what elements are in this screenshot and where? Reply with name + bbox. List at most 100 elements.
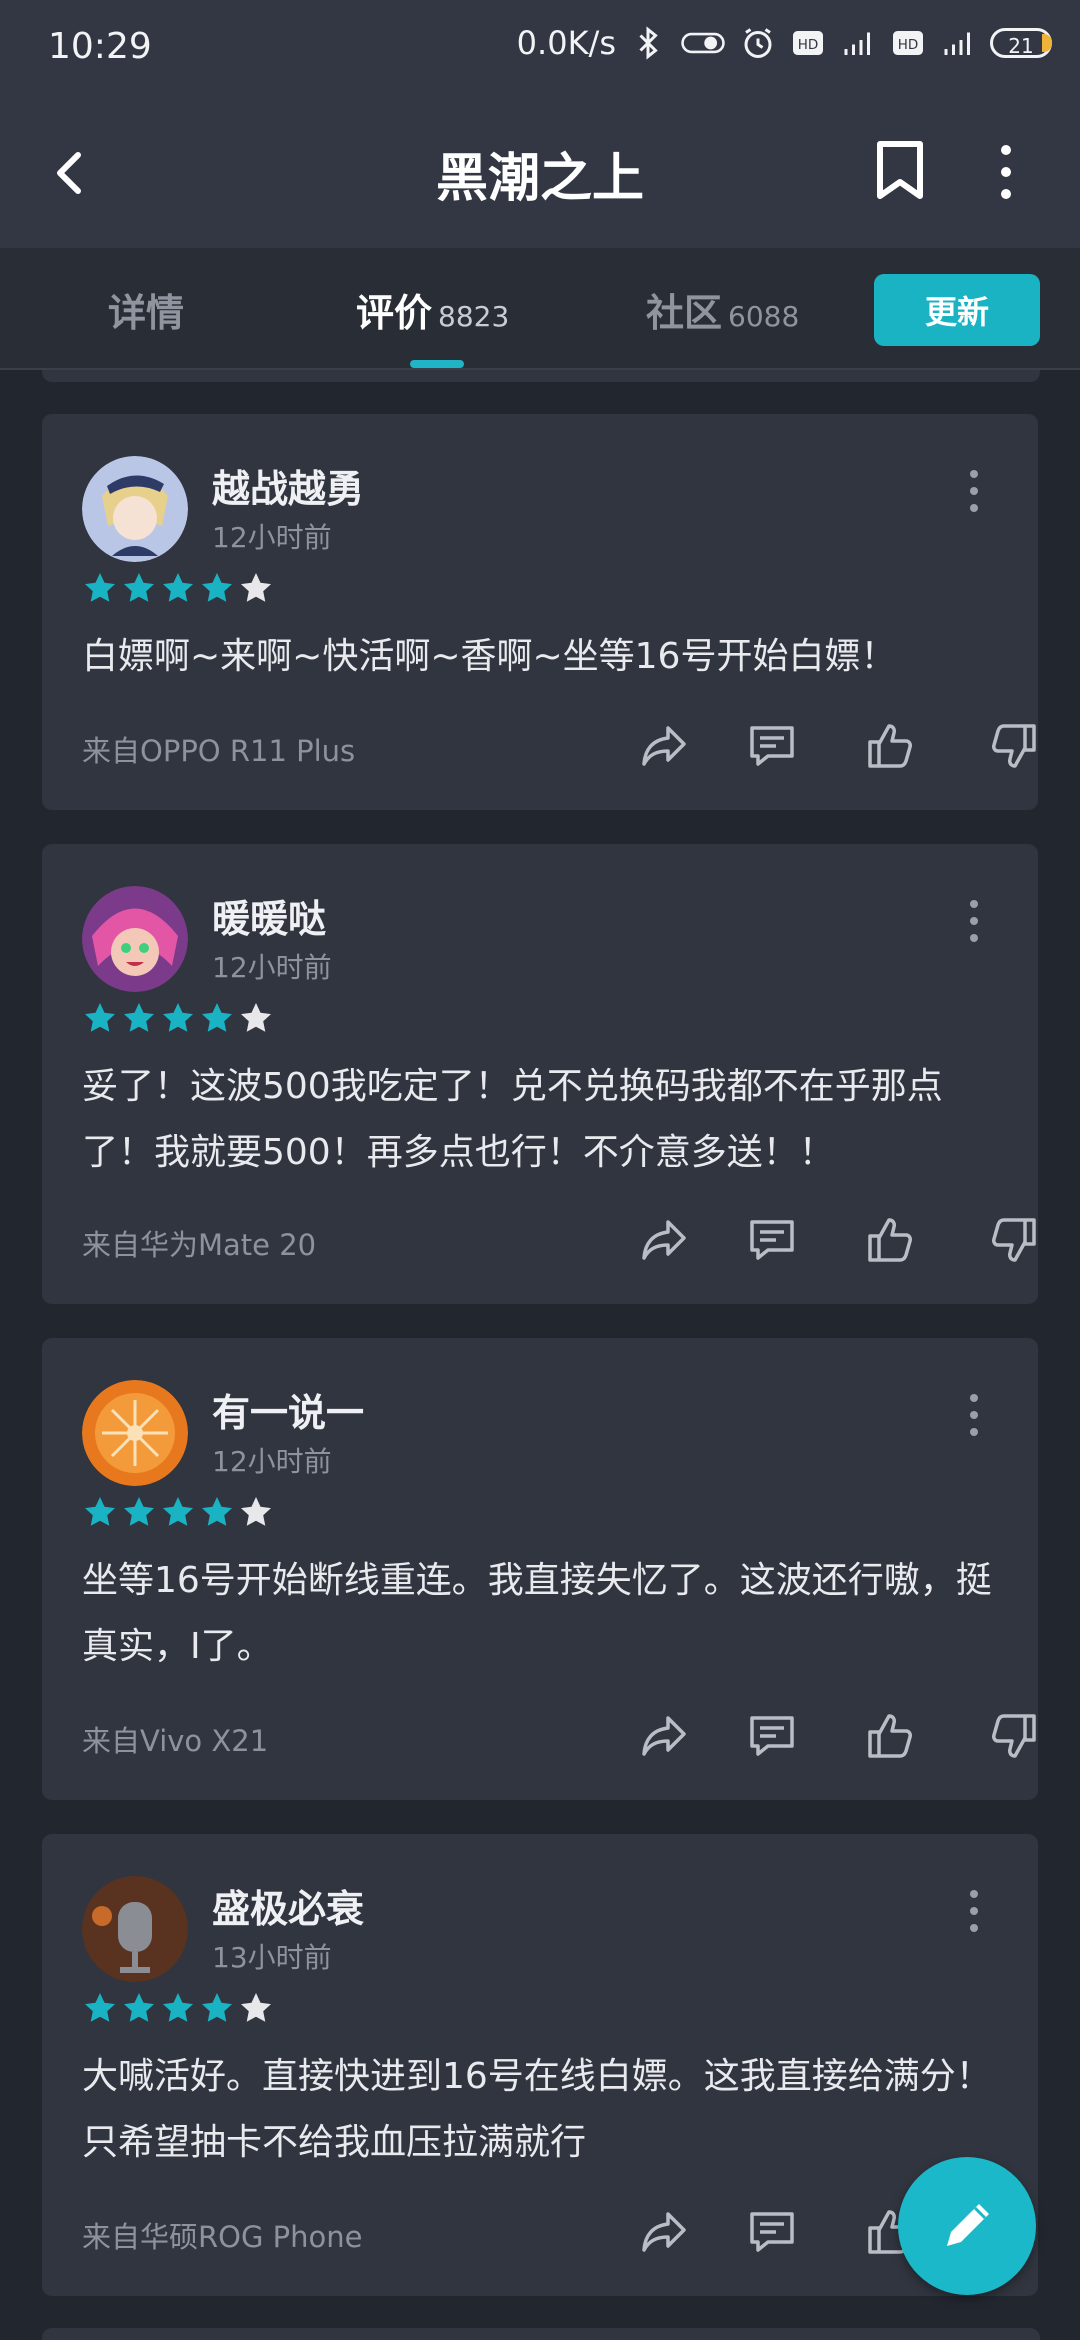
app-bar: 黑潮之上 xyxy=(0,96,1080,248)
tab-reviews-count: 8823 xyxy=(438,300,510,333)
comment-icon[interactable] xyxy=(746,1214,798,1266)
review-list[interactable]: 越战越勇 12小时前 白嫖啊~来啊~快活啊~香啊~坐等16号开始白嫖！ 来自OP… xyxy=(0,370,1080,2340)
star-empty-icon xyxy=(241,1497,271,1526)
review-text[interactable]: 妥了！这波500我吃定了！兑不兑换码我都不在乎那点了！我就要500！再多点也行！… xyxy=(82,1054,998,1186)
tab-details-label: 详情 xyxy=(108,291,185,335)
star-filled-icon xyxy=(124,573,154,602)
bookmark-icon[interactable] xyxy=(870,138,930,202)
star-filled-icon xyxy=(124,1003,154,1032)
star-filled-icon xyxy=(163,1497,193,1526)
share-icon[interactable] xyxy=(638,1710,690,1762)
avatar[interactable] xyxy=(82,1380,188,1486)
star-filled-icon xyxy=(85,1003,115,1032)
tab-indicator xyxy=(410,360,464,368)
review-text[interactable]: 大喊活好。直接快进到16号在线白嫖。这我直接给满分！只希望抽卡不给我血压拉满就行 xyxy=(82,2044,998,2176)
svg-text:HD: HD xyxy=(898,37,919,53)
share-icon[interactable] xyxy=(638,2206,690,2258)
hd-icon-2: HD xyxy=(893,31,923,55)
star-empty-icon xyxy=(241,1993,271,2022)
review-footer: 来自Vivo X21 xyxy=(82,1706,1036,1766)
thumbs-down-icon[interactable] xyxy=(988,720,1040,772)
rating-stars xyxy=(82,570,274,606)
review-text[interactable]: 白嫖啊~来啊~快活啊~香啊~坐等16号开始白嫖！ xyxy=(82,624,998,690)
avatar[interactable] xyxy=(82,1876,188,1982)
device-label: 来自华为Mate 20 xyxy=(82,1228,317,1262)
star-filled-icon xyxy=(163,1003,193,1032)
star-empty-icon xyxy=(241,1003,271,1032)
write-review-button[interactable] xyxy=(898,2157,1036,2295)
post-time: 12小时前 xyxy=(212,521,332,554)
review-card: 有一说一 12小时前 坐等16号开始断线重连。我直接失忆了。这波还行嗷，挺真实，… xyxy=(42,1338,1038,1800)
review-footer: 来自华为Mate 20 xyxy=(82,1210,1036,1270)
status-bar: 10:29 0.0K/s HD HD 21 xyxy=(0,0,1080,96)
bluetooth-icon xyxy=(639,26,658,60)
thumbs-up-icon[interactable] xyxy=(864,720,916,772)
post-time: 13小时前 xyxy=(212,1941,332,1974)
review-text[interactable]: 坐等16号开始断线重连。我直接失忆了。这波还行嗷，挺真实，I了。 xyxy=(82,1548,998,1680)
more-vertical-icon[interactable] xyxy=(984,142,1028,202)
rating-stars xyxy=(82,1990,274,2026)
more-vertical-icon[interactable] xyxy=(962,466,986,516)
review-footer: 来自OPPO R11 Plus xyxy=(82,716,1036,776)
star-filled-icon xyxy=(85,1497,115,1526)
hd-icon: HD xyxy=(793,31,823,55)
comment-icon[interactable] xyxy=(746,720,798,772)
share-icon[interactable] xyxy=(638,720,690,772)
user-name[interactable]: 暖暖哒 xyxy=(212,888,326,943)
tab-reviews[interactable]: 评价 8823 xyxy=(356,282,509,337)
star-filled-icon xyxy=(124,1993,154,2022)
status-icons: 0.0K/s HD HD 21 xyxy=(517,24,1052,62)
review-card: 暖暖哒 12小时前 妥了！这波500我吃定了！兑不兑换码我都不在乎那点了！我就要… xyxy=(42,844,1038,1304)
svg-text:HD: HD xyxy=(798,37,819,53)
user-name[interactable]: 越战越勇 xyxy=(212,458,364,513)
status-time: 10:29 xyxy=(48,26,152,67)
edit-icon xyxy=(947,2204,989,2246)
toggle-icon xyxy=(681,32,725,54)
thumbs-up-icon[interactable] xyxy=(864,1710,916,1762)
star-filled-icon xyxy=(85,1993,115,2022)
tab-community-label: 社区 xyxy=(646,291,723,335)
star-filled-icon xyxy=(202,1497,232,1526)
avatar[interactable] xyxy=(82,456,188,562)
next-card-edge xyxy=(42,2328,1040,2340)
device-label: 来自华硕ROG Phone xyxy=(82,2220,363,2254)
star-filled-icon xyxy=(163,573,193,602)
alarm-icon xyxy=(744,28,772,58)
post-time: 12小时前 xyxy=(212,1445,332,1478)
tab-details[interactable]: 详情 xyxy=(108,282,184,337)
tab-community[interactable]: 社区 6088 xyxy=(646,282,799,337)
tab-bar: 详情 评价 8823 社区 6088 更新 xyxy=(0,248,1080,370)
avatar[interactable] xyxy=(82,886,188,992)
tab-community-count: 6088 xyxy=(728,300,800,333)
star-filled-icon xyxy=(85,573,115,602)
signal-icon-2 xyxy=(944,32,970,55)
thumbs-down-icon[interactable] xyxy=(988,1214,1040,1266)
user-name[interactable]: 盛极必衰 xyxy=(212,1878,364,1933)
more-vertical-icon[interactable] xyxy=(962,896,986,946)
tab-reviews-label: 评价 xyxy=(356,291,433,335)
update-button[interactable]: 更新 xyxy=(874,274,1040,346)
star-filled-icon xyxy=(163,1993,193,2022)
comment-icon[interactable] xyxy=(746,1710,798,1762)
more-vertical-icon[interactable] xyxy=(962,1390,986,1440)
device-label: 来自OPPO R11 Plus xyxy=(82,734,356,768)
device-label: 来自Vivo X21 xyxy=(82,1724,269,1758)
star-filled-icon xyxy=(202,1003,232,1032)
share-icon[interactable] xyxy=(638,1214,690,1266)
signal-icon xyxy=(844,32,870,55)
rating-stars xyxy=(82,1494,274,1530)
post-time: 12小时前 xyxy=(212,951,332,984)
star-filled-icon xyxy=(202,1993,232,2022)
battery-icon: 21 xyxy=(990,28,1052,58)
previous-card-edge xyxy=(42,370,1040,382)
star-empty-icon xyxy=(241,573,271,602)
comment-icon[interactable] xyxy=(746,2206,798,2258)
rating-stars xyxy=(82,1000,274,1036)
thumbs-down-icon[interactable] xyxy=(988,1710,1040,1762)
review-card: 盛极必衰 13小时前 大喊活好。直接快进到16号在线白嫖。这我直接给满分！只希望… xyxy=(42,1834,1038,2296)
thumbs-up-icon[interactable] xyxy=(864,1214,916,1266)
user-name[interactable]: 有一说一 xyxy=(212,1382,364,1437)
star-filled-icon xyxy=(124,1497,154,1526)
more-vertical-icon[interactable] xyxy=(962,1886,986,1936)
review-card: 越战越勇 12小时前 白嫖啊~来啊~快活啊~香啊~坐等16号开始白嫖！ 来自OP… xyxy=(42,414,1038,810)
